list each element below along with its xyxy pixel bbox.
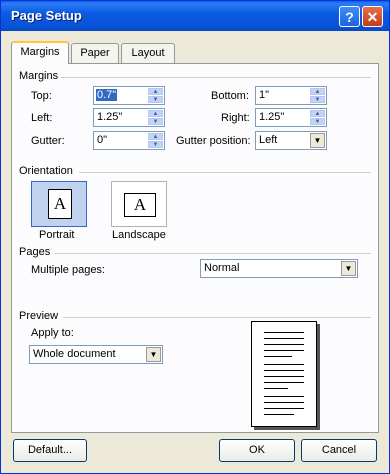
portrait-label[interactable]: Portrait: [39, 229, 74, 241]
preview-text-line: [264, 338, 304, 339]
orientation-group-label: Orientation: [19, 165, 73, 177]
spin-down-icon[interactable]: ▼: [148, 96, 163, 103]
preview-text-line: [264, 344, 304, 345]
landscape-page-icon: A: [124, 193, 156, 217]
cancel-button[interactable]: Cancel: [301, 439, 377, 462]
preview-text-line: [264, 408, 304, 409]
preview-text-line: [264, 382, 304, 383]
bottom-margin-spinner[interactable]: 1" ▲ ▼: [255, 86, 327, 105]
top-margin-value[interactable]: 0.7": [96, 89, 118, 101]
bottom-margin-value[interactable]: 1": [258, 89, 270, 101]
left-margin-spinner[interactable]: 1.25" ▲ ▼: [93, 108, 165, 127]
gutter-spinner[interactable]: 0" ▲ ▼: [93, 131, 165, 150]
spin-down-icon[interactable]: ▼: [148, 118, 163, 125]
apply-to-value: Whole document: [33, 348, 116, 360]
landscape-label[interactable]: Landscape: [112, 229, 166, 241]
spin-up-icon[interactable]: ▲: [148, 133, 163, 140]
spin-down-icon[interactable]: ▼: [148, 141, 163, 148]
spin-up-icon[interactable]: ▲: [310, 110, 325, 117]
chevron-down-icon[interactable]: ▼: [310, 133, 325, 148]
top-label: Top:: [31, 90, 52, 102]
close-icon: ✕: [366, 9, 379, 25]
multiple-pages-select[interactable]: Normal ▼: [200, 259, 358, 278]
gutter-value[interactable]: 0": [96, 134, 108, 146]
window-title: Page Setup: [11, 8, 82, 23]
default-button[interactable]: Default...: [13, 439, 87, 462]
portrait-option[interactable]: A: [31, 181, 87, 227]
preview-text-line: [264, 414, 294, 415]
portrait-page-icon: A: [48, 189, 72, 219]
preview-divider: [63, 317, 371, 318]
preview-text-line: [264, 332, 304, 333]
pages-group-label: Pages: [19, 246, 51, 258]
multiple-pages-label: Multiple pages:: [31, 264, 105, 276]
right-label: Right:: [221, 112, 250, 124]
title-bar[interactable]: Page Setup ? ✕: [1, 1, 389, 31]
gutter-label: Gutter:: [31, 135, 65, 147]
apply-to-select[interactable]: Whole document ▼: [29, 345, 163, 364]
spin-down-icon[interactable]: ▼: [310, 118, 325, 125]
orientation-divider: [79, 172, 371, 173]
pages-divider: [55, 253, 371, 254]
help-button[interactable]: ?: [339, 6, 360, 27]
gutter-position-label: Gutter position:: [176, 135, 251, 147]
multiple-pages-value: Normal: [204, 262, 240, 274]
tab-margins[interactable]: Margins: [11, 41, 69, 64]
left-label: Left:: [31, 112, 53, 124]
right-margin-value[interactable]: 1.25": [258, 111, 285, 123]
spin-down-icon[interactable]: ▼: [310, 96, 325, 103]
close-button[interactable]: ✕: [362, 6, 383, 27]
gutter-position-value: Left: [259, 134, 278, 146]
preview-text-line: [264, 396, 304, 397]
tab-layout[interactable]: Layout: [121, 43, 175, 63]
chevron-down-icon[interactable]: ▼: [341, 261, 356, 276]
margins-group-label: Margins: [19, 70, 59, 82]
page-setup-dialog: Page Setup ? ✕ Margins Paper Layout Marg…: [0, 0, 390, 474]
gutter-position-select[interactable]: Left ▼: [255, 131, 327, 150]
spin-up-icon[interactable]: ▲: [310, 88, 325, 95]
landscape-option[interactable]: A: [111, 181, 167, 227]
preview-text-line: [264, 388, 288, 389]
preview-group-label: Preview: [19, 310, 59, 322]
spin-up-icon[interactable]: ▲: [148, 88, 163, 95]
right-margin-spinner[interactable]: 1.25" ▲ ▼: [255, 108, 327, 127]
ok-button[interactable]: OK: [219, 439, 295, 462]
spin-up-icon[interactable]: ▲: [148, 110, 163, 117]
preview-text-line: [264, 364, 304, 365]
preview-text-line: [264, 370, 304, 371]
top-margin-spinner[interactable]: 0.7" ▲ ▼: [93, 86, 165, 105]
preview-text-line: [264, 356, 292, 357]
left-margin-value[interactable]: 1.25": [96, 111, 123, 123]
preview-text-line: [264, 402, 304, 403]
bottom-label: Bottom:: [211, 90, 249, 102]
tab-paper[interactable]: Paper: [71, 43, 119, 63]
preview-text-line: [264, 350, 304, 351]
chevron-down-icon[interactable]: ▼: [146, 347, 161, 362]
page-preview: [251, 321, 317, 427]
margins-divider: [61, 77, 371, 78]
apply-to-label: Apply to:: [31, 327, 74, 339]
question-mark-icon: ?: [345, 9, 354, 25]
preview-text-line: [264, 376, 304, 377]
